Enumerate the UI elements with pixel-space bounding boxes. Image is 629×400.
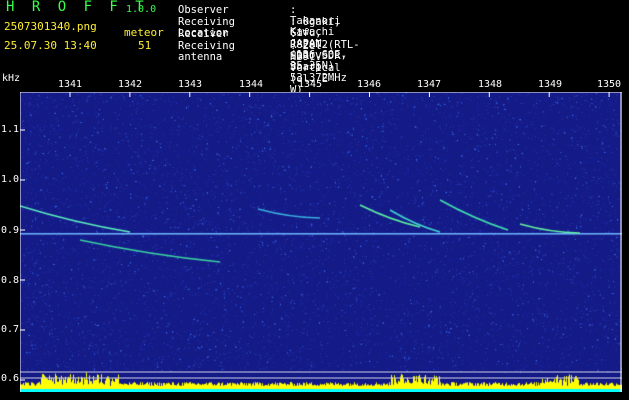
observer-label: Observer bbox=[178, 4, 229, 16]
antenna-label: Receiving antenna bbox=[178, 40, 235, 63]
axis-unit: kHz bbox=[2, 73, 21, 84]
date-time: 25.07.30 13:40 bbox=[4, 39, 97, 52]
y-tick-label: 0.8 bbox=[1, 275, 20, 286]
y-tick-label: 1.0 bbox=[1, 174, 20, 185]
y-tick-label: 0.9 bbox=[1, 225, 20, 236]
app-version: 1.0.0 bbox=[126, 4, 157, 15]
x-tick-label: 1343 bbox=[177, 79, 203, 90]
spectrogram-axes bbox=[20, 92, 622, 392]
x-tick-label: 1345 bbox=[297, 79, 323, 90]
y-tick-label: 0.6 bbox=[1, 373, 20, 384]
header-panel: H R O F F T 1.0.0 2507301340.png 25.07.3… bbox=[0, 0, 629, 96]
x-tick-label: 1346 bbox=[356, 79, 382, 90]
x-tick-label: 1349 bbox=[537, 79, 563, 90]
x-tick-marks bbox=[69, 92, 610, 97]
meteor-label: meteor bbox=[124, 26, 164, 39]
x-tick-label: 1348 bbox=[477, 79, 503, 90]
y-tick-marks bbox=[20, 129, 25, 381]
x-tick-label: 1350 bbox=[596, 79, 622, 90]
y-tick-label: 0.7 bbox=[1, 324, 20, 335]
file-name: 2507301340.png bbox=[4, 20, 97, 33]
spectrogram-plot bbox=[20, 92, 622, 392]
y-tick-label: 1.1 bbox=[1, 124, 20, 135]
receiver-label: Receiver bbox=[178, 28, 229, 40]
meteor-count: 51 bbox=[138, 39, 152, 52]
x-tick-label: 1341 bbox=[57, 79, 83, 90]
x-tick-label: 1344 bbox=[238, 79, 264, 90]
x-tick-label: 1342 bbox=[117, 79, 143, 90]
x-tick-label: 1347 bbox=[416, 79, 442, 90]
